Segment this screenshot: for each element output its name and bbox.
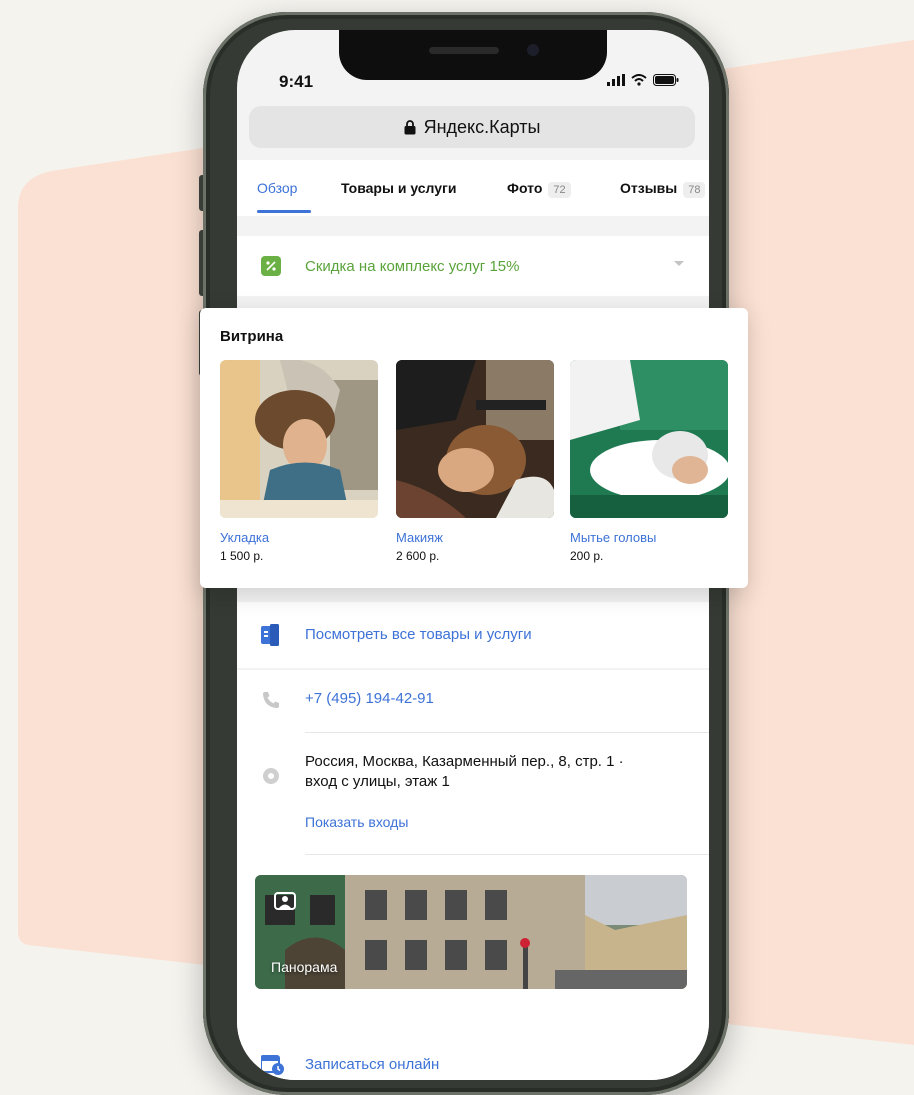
panorama-icon [274,892,296,910]
divider [305,854,709,855]
phone-icon [263,692,279,708]
calendar-clock-icon [261,1055,284,1075]
showcase-title: Витрина [220,328,284,345]
showcase-item-image [220,360,378,518]
showcase-item-price: 2 600 р. [396,549,440,563]
showcase-item-name: Макияж [396,530,443,545]
location-pin-icon [263,768,279,784]
percent-icon [261,256,281,276]
showcase-item-name: Мытье головы [570,530,657,545]
address-text: Яндекс.Карты [423,116,541,137]
tab-overview[interactable]: Обзор [257,180,297,196]
all-services-link: Посмотреть все товары и услуги [305,626,532,643]
contacts-section: +7 (495) 194-42-91 Россия, Москва, Казар… [237,670,709,1080]
address-line-2: вход с улицы, этаж 1 [305,773,450,790]
tab-products-services[interactable]: Товары и услуги [341,180,456,196]
panorama-label: Панорама [271,959,338,975]
chevron-down-icon[interactable] [673,260,685,268]
lock-icon [404,119,416,134]
signal-icon [607,74,625,86]
all-services-row[interactable]: Посмотреть все товары и услуги [237,602,709,668]
reviews-count-badge: 78 [683,182,706,198]
showcase-item[interactable]: Макияж 2 600 р. [396,360,554,563]
showcase-item-image [570,360,728,518]
tab-reviews-label: Отзывы [620,180,678,196]
notch [339,30,607,80]
photos-count-badge: 72 [548,182,571,198]
phone-number-link[interactable]: +7 (495) 194-42-91 [305,690,434,707]
status-icons [607,72,679,88]
divider [305,732,709,733]
panorama-preview[interactable]: Панорама [255,875,687,989]
address-line-1: Россия, Москва, Казарменный пер., 8, стр… [305,753,624,770]
speaker [429,47,499,54]
wifi-icon [631,74,647,86]
showcase-item-image [396,360,554,518]
active-tab-indicator [257,210,311,213]
showcase-item-price: 200 р. [570,549,604,563]
showcase-item[interactable]: Мытье головы 200 р. [570,360,728,563]
book-online-link[interactable]: Записаться онлайн [305,1056,439,1073]
tab-photos-label: Фото [507,180,543,196]
discount-row[interactable]: Скидка на комплекс услуг 15% [237,236,709,296]
address-bar[interactable]: Яндекс.Карты [249,106,695,148]
discount-label: Скидка на комплекс услуг 15% [305,258,520,275]
showcase-card: Витрина Укладка 1 500 р. Макияж 2 600 р.… [200,308,748,588]
showcase-item[interactable]: Укладка 1 500 р. [220,360,378,563]
front-camera [527,44,539,56]
showcase-item-price: 1 500 р. [220,549,264,563]
tab-photos[interactable]: Фото 72 [507,180,571,198]
showcase-item-name: Укладка [220,530,270,545]
tab-bar: Обзор Товары и услуги Фото 72 Отзывы 78 [237,160,709,216]
tab-reviews[interactable]: Отзывы 78 [620,180,706,198]
status-time: 9:41 [279,72,314,91]
address-text-block: Россия, Москва, Казарменный пер., 8, стр… [305,752,624,792]
catalog-icon [261,624,279,646]
show-entrances-link[interactable]: Показать входы [305,814,408,830]
battery-icon [653,74,679,86]
